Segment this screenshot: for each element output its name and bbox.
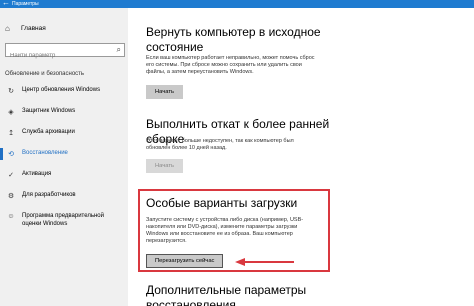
sidebar-item-developers[interactable]: ⚙ Для разработчиков bbox=[0, 189, 128, 210]
sidebar-item-recovery[interactable]: ⟲ Восстановление bbox=[0, 147, 128, 168]
sidebar-item-activation[interactable]: ✓ Активация bbox=[0, 168, 128, 189]
restart-now-button[interactable]: Перезагрузить сейчас bbox=[146, 254, 224, 268]
sidebar-item-label: Восстановление bbox=[22, 150, 68, 156]
title-bar: ← Параметры bbox=[0, 0, 474, 8]
sidebar-item-label: Центр обновления Windows bbox=[22, 87, 101, 93]
advanced-startup-title: Особые варианты загрузки bbox=[146, 196, 298, 210]
rollback-description: Этот вариант больше недоступен, так как … bbox=[146, 138, 294, 151]
refresh-icon: ↻ bbox=[8, 88, 14, 95]
window-title: Параметры bbox=[12, 1, 39, 7]
sidebar-item-label: Программа предварительной оценки Windows bbox=[22, 213, 104, 227]
sidebar-item-label: Служба архивации bbox=[22, 129, 75, 135]
sidebar: ⌂ Главная ⌕ Обновление и безопасность ↻ … bbox=[0, 8, 128, 306]
sidebar-item-windows-update[interactable]: ↻ Центр обновления Windows bbox=[0, 84, 128, 105]
check-circle-icon: ✓ bbox=[8, 172, 14, 179]
sidebar-item-insider[interactable]: ☺ Программа предварительной оценки Windo… bbox=[0, 210, 128, 236]
more-recovery-title: Дополнительные параметры восстановления bbox=[146, 283, 307, 306]
advanced-startup-description: Запустите систему с устройства либо диск… bbox=[146, 217, 304, 244]
sidebar-group-title: Обновление и безопасность bbox=[5, 71, 85, 77]
insider-icon: ☺ bbox=[7, 213, 15, 220]
developer-icon: ⚙ bbox=[7, 193, 15, 200]
reset-start-button[interactable]: Начать bbox=[146, 85, 184, 99]
search-box[interactable]: ⌕ bbox=[5, 43, 125, 62]
back-arrow-icon[interactable]: ← bbox=[2, 0, 10, 8]
home-icon: ⌂ bbox=[5, 23, 10, 33]
sidebar-item-defender[interactable]: ◈ Защитник Windows bbox=[0, 105, 128, 126]
main-content: Вернуть компьютер в исходное состояние Е… bbox=[128, 8, 474, 306]
highlight-arrow bbox=[235, 258, 294, 266]
reset-title: Вернуть компьютер в исходное состояние bbox=[146, 25, 321, 54]
search-input[interactable] bbox=[6, 50, 106, 62]
sidebar-item-backup[interactable]: ↥ Служба архивации bbox=[0, 126, 128, 147]
reset-description: Если ваш компьютер работает неправильно,… bbox=[146, 55, 315, 75]
sidebar-home-label: Главная bbox=[21, 24, 46, 32]
backup-icon: ↥ bbox=[8, 130, 14, 137]
shield-icon: ◈ bbox=[8, 109, 14, 116]
sidebar-item-label: Защитник Windows bbox=[22, 108, 76, 114]
sidebar-home[interactable]: ⌂ Главная bbox=[5, 22, 46, 34]
search-icon[interactable]: ⌕ bbox=[117, 45, 121, 55]
history-icon: ⟲ bbox=[8, 151, 14, 158]
rollback-start-button[interactable]: Начать bbox=[146, 159, 184, 173]
sidebar-item-label: Активация bbox=[22, 171, 52, 177]
sidebar-item-label: Для разработчиков bbox=[22, 192, 76, 198]
sidebar-nav: ↻ Центр обновления Windows ◈ Защитник Wi… bbox=[0, 84, 128, 236]
